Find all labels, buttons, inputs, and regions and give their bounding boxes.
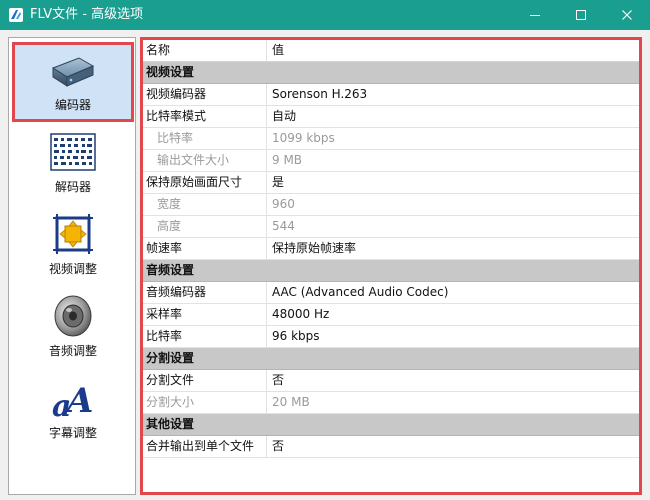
property-value: 9 MB bbox=[272, 153, 303, 167]
subtitle-letter-icon: a A bbox=[52, 381, 93, 422]
property-name: 高度 bbox=[143, 216, 267, 237]
encoder-box-icon bbox=[51, 57, 95, 87]
property-name: 分割文件 bbox=[143, 370, 267, 391]
sidebar-item-label: 音频调整 bbox=[48, 344, 97, 358]
property-name: 比特率模式 bbox=[143, 106, 267, 127]
svg-text:A: A bbox=[64, 381, 93, 421]
grid-property-row[interactable]: 合并输出到单个文件否 bbox=[143, 436, 639, 458]
property-name: 视频编码器 bbox=[143, 84, 267, 105]
property-name: 比特率 bbox=[143, 326, 267, 347]
sidebar-item-label: 解码器 bbox=[54, 180, 91, 194]
property-value[interactable]: 96 kbps bbox=[268, 326, 638, 347]
sidebar-item-label: 编码器 bbox=[54, 98, 91, 112]
grid-property-row: 分割大小 20 MB bbox=[143, 392, 639, 414]
grid-property-row[interactable]: 分割文件否 bbox=[143, 370, 639, 392]
grid-property-row[interactable]: 视频编码器 Sorenson H.263 bbox=[143, 84, 639, 106]
grid-category-row[interactable]: 视频设置 bbox=[143, 62, 639, 84]
grid-header-row: 名称 值 bbox=[143, 40, 639, 62]
property-value: 20 MB bbox=[272, 395, 310, 409]
property-name: 比特率 bbox=[143, 128, 267, 149]
property-name: 输出文件大小 bbox=[143, 150, 267, 171]
app-logo-icon bbox=[9, 8, 23, 22]
decoder-grid-icon bbox=[50, 133, 96, 171]
grid-property-row: 输出文件大小 9 MB bbox=[143, 150, 639, 172]
category-label: 分割设置 bbox=[146, 351, 195, 365]
property-name: 合并输出到单个文件 bbox=[143, 436, 267, 457]
property-value: 960 bbox=[272, 197, 295, 211]
grid-property-row[interactable]: 音频编码器 AAC (Advanced Audio Codec) bbox=[143, 282, 639, 304]
property-value[interactable]: 是 bbox=[268, 172, 638, 193]
close-button[interactable] bbox=[604, 0, 650, 30]
property-value[interactable]: 48000 Hz bbox=[268, 304, 638, 325]
grid-property-row[interactable]: 比特率 96 kbps bbox=[143, 326, 639, 348]
property-name: 保持原始画面尺寸 bbox=[143, 172, 267, 193]
sidebar-item-decoder[interactable]: 解码器 bbox=[12, 124, 134, 204]
column-header-value: 值 bbox=[272, 43, 285, 57]
grid-category-row[interactable]: 分割设置 bbox=[143, 348, 639, 370]
property-value[interactable]: 自动 bbox=[268, 106, 638, 127]
grid-property-row: 宽度 960 bbox=[143, 194, 639, 216]
property-value[interactable]: AAC (Advanced Audio Codec) bbox=[268, 282, 638, 303]
property-name: 帧速率 bbox=[143, 238, 267, 259]
sidebar-item-label: 字幕调整 bbox=[48, 426, 97, 440]
grid-property-row: 比特率 1099 kbps bbox=[143, 128, 639, 150]
property-name: 采样率 bbox=[143, 304, 267, 325]
property-value: 544 bbox=[272, 219, 295, 233]
property-value: 1099 kbps bbox=[272, 131, 335, 145]
property-name: 分割大小 bbox=[143, 392, 267, 413]
grid-property-row[interactable]: 保持原始画面尺寸是 bbox=[143, 172, 639, 194]
sidebar-item-encoder[interactable]: 编码器 bbox=[12, 42, 134, 122]
property-name: 宽度 bbox=[143, 194, 267, 215]
title-bar[interactable]: FLV文件 - 高级选项 bbox=[0, 0, 650, 30]
property-value[interactable]: 保持原始帧速率 bbox=[268, 238, 638, 259]
property-value[interactable]: Sorenson H.263 bbox=[268, 84, 638, 105]
property-grid-body: 名称 值 视频设置 视频编码器 Sorenson H.263 比特率模式 自动 比特率 10… bbox=[143, 40, 639, 458]
maximize-button[interactable] bbox=[558, 0, 604, 30]
speaker-icon bbox=[54, 295, 92, 337]
column-header-name: 名称 bbox=[143, 40, 267, 61]
property-name: 音频编码器 bbox=[143, 282, 267, 303]
property-value[interactable]: 否 bbox=[268, 370, 638, 391]
category-label: 其他设置 bbox=[146, 417, 195, 431]
sidebar-item-audio-adjust[interactable]: 音频调整 bbox=[12, 288, 134, 368]
sidebar-item-video-adjust[interactable]: 视频调整 bbox=[12, 206, 134, 286]
grid-property-row[interactable]: 帧速率 保持原始帧速率 bbox=[143, 238, 639, 260]
video-adjust-frame-icon bbox=[53, 214, 93, 254]
maximize-icon bbox=[576, 10, 586, 20]
sidebar-item-subtitle-adjust[interactable]: a A 字幕调整 bbox=[12, 370, 134, 450]
category-sidebar: 编码器 解码器 视频调整 音频调整 a A 字幕调整 bbox=[8, 37, 136, 495]
property-grid: 名称 值 视频设置 视频编码器 Sorenson H.263 比特率模式 自动 比特率 10… bbox=[140, 37, 642, 495]
category-label: 音频设置 bbox=[146, 263, 195, 277]
close-icon bbox=[622, 10, 632, 20]
sidebar-item-label: 视频调整 bbox=[48, 262, 97, 276]
minimize-button[interactable] bbox=[512, 0, 558, 30]
property-value[interactable]: 否 bbox=[268, 436, 638, 457]
grid-property-row: 高度 544 bbox=[143, 216, 639, 238]
window-title: FLV文件 - 高级选项 bbox=[30, 7, 144, 22]
grid-property-row[interactable]: 比特率模式 自动 bbox=[143, 106, 639, 128]
minimize-icon bbox=[530, 15, 540, 16]
grid-category-row[interactable]: 其他设置 bbox=[143, 414, 639, 436]
category-label: 视频设置 bbox=[146, 65, 195, 79]
grid-property-row[interactable]: 采样率 48000 Hz bbox=[143, 304, 639, 326]
grid-category-row[interactable]: 音频设置 bbox=[143, 260, 639, 282]
